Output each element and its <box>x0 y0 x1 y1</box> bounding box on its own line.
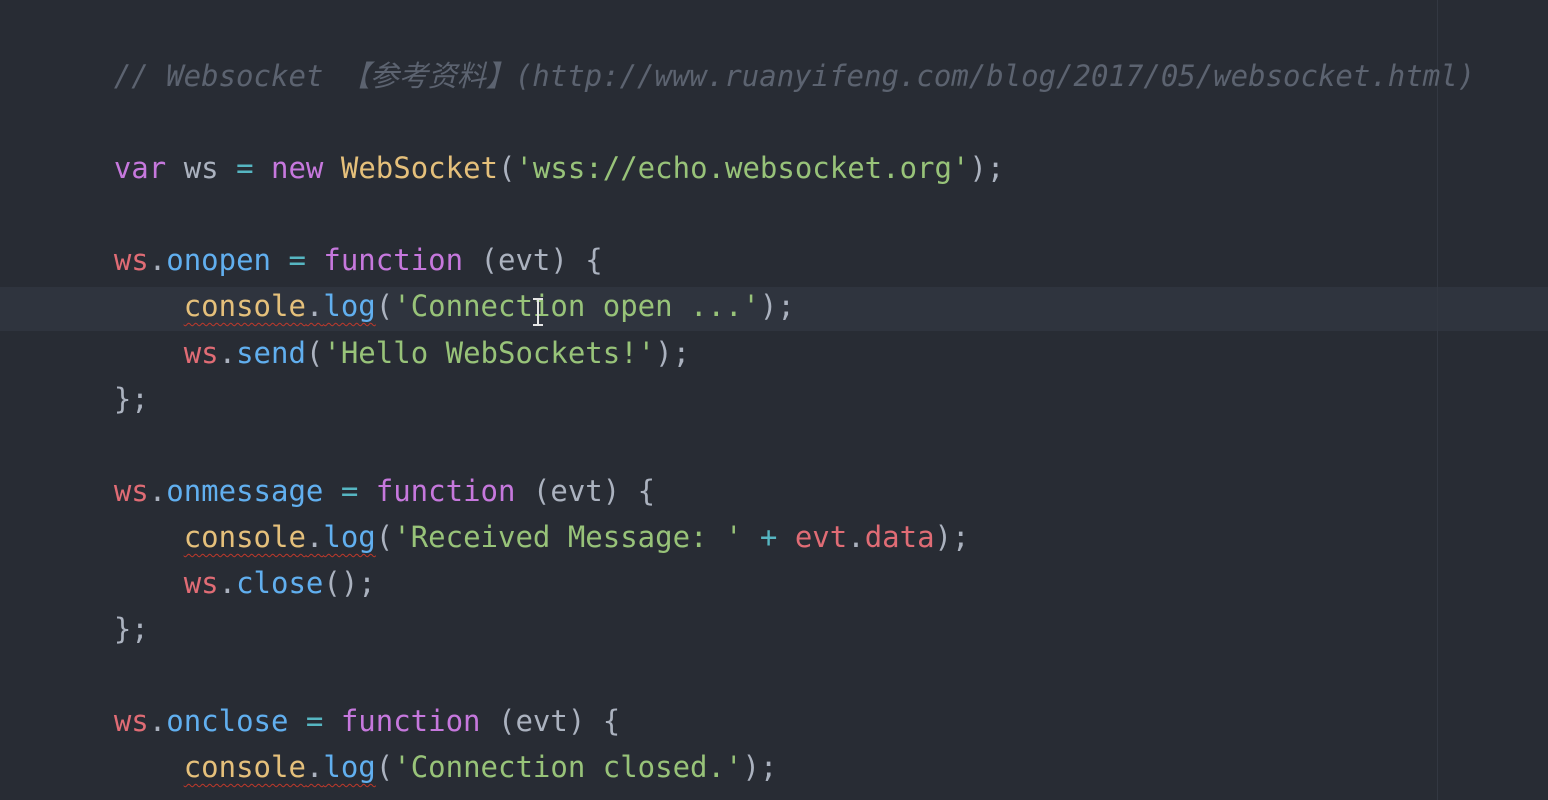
code-line-13[interactable]: }; <box>44 563 149 646</box>
code-line-5[interactable]: ws.onopen = function (evt) { <box>44 194 603 277</box>
code-line-11[interactable]: console.log('Received Message: ' + evt.d… <box>44 471 970 554</box>
code-line-15[interactable]: ws.onclose = function (evt) { <box>44 655 620 738</box>
paren-close: ); <box>759 289 795 323</box>
code-line-12[interactable]: ws.close(); <box>44 517 376 600</box>
paren-close: ); <box>934 520 970 554</box>
method-close: close <box>236 566 324 600</box>
text-ibeam-icon <box>532 298 544 326</box>
dot: . <box>218 566 237 600</box>
class-websocket: WebSocket <box>340 151 498 185</box>
paren-close: ); <box>742 750 778 784</box>
paren-open: ( <box>498 151 516 185</box>
keyword-new: new <box>253 151 341 185</box>
dot: . <box>847 520 865 554</box>
closing-brace: }; <box>113 612 149 646</box>
keyword-var: var <box>113 151 167 185</box>
call-parens: (); <box>323 566 376 600</box>
code-line-8[interactable]: }; <box>44 333 149 416</box>
object-ws: ws <box>183 566 219 600</box>
object-console: console <box>183 750 306 784</box>
identifier-ws: ws <box>166 151 237 185</box>
method-send: send <box>236 336 306 370</box>
code-line-3[interactable]: var ws = new WebSocket('wss://echo.webso… <box>44 102 1005 185</box>
paren-open: ( <box>305 336 324 370</box>
paren-close: ); <box>969 151 1005 185</box>
paren-close: ); <box>655 336 691 370</box>
code-line-16[interactable]: console.log('Connection closed.'); <box>44 701 778 784</box>
code-editor[interactable]: // Websocket 【参考资料】(http://www.ruanyifen… <box>0 0 1548 800</box>
operator-plus: + <box>742 520 795 554</box>
paren-open: ( <box>375 750 394 784</box>
code-line-6[interactable]: console.log('Connection open ...'); <box>44 240 795 323</box>
string-url: 'wss://echo.websocket.org' <box>515 151 970 185</box>
dot: . <box>305 750 324 784</box>
comment-text: // Websocket 【参考资料】(http://www.ruanyifen… <box>113 59 1476 93</box>
string-hello-websockets: 'Hello WebSockets!' <box>323 336 656 370</box>
code-line-10[interactable]: ws.onmessage = function (evt) { <box>44 425 655 508</box>
property-data: data <box>864 520 935 554</box>
wrap-guide <box>1437 0 1438 800</box>
closing-brace: }; <box>114 796 149 800</box>
code-line-17[interactable]: }; <box>44 747 149 800</box>
code-line-1[interactable]: // Websocket 【参考资料】(http://www.ruanyifen… <box>44 10 1475 93</box>
code-line-7[interactable]: ws.send('Hello WebSockets!'); <box>44 287 690 370</box>
operator-equals: = <box>236 151 254 185</box>
dot: . <box>218 336 237 370</box>
string-received-message: 'Received Message: ' <box>393 520 743 554</box>
object-ws: ws <box>183 336 219 370</box>
closing-brace: }; <box>113 382 149 416</box>
paren-open: ( <box>375 520 394 554</box>
string-connection-closed: 'Connection closed.' <box>393 750 743 784</box>
object-evt: evt <box>794 520 848 554</box>
method-log: log <box>323 750 376 784</box>
